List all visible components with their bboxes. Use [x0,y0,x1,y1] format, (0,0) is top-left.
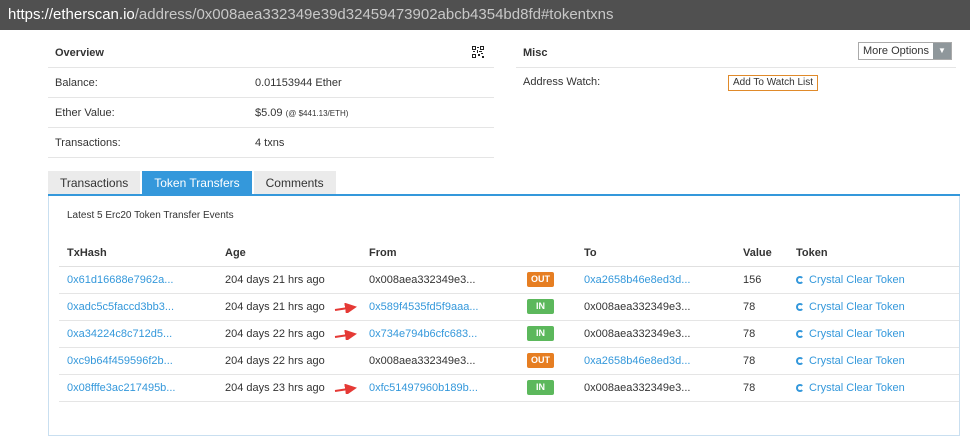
url-host: https://etherscan.io [8,6,135,23]
token-icon [796,275,804,284]
direction-cell: OUT [519,266,576,294]
table-row: 0x08fffe3ac217495b... 204 days 23 hrs ago… [59,374,959,402]
balance-value: 0.01153944 Ether [255,77,342,89]
token-name-link[interactable]: Crystal Clear Token [809,328,905,340]
token-cell[interactable]: Crystal Clear Token [788,293,959,321]
token-name-link[interactable]: Crystal Clear Token [809,382,905,394]
red-arrow-icon [334,384,357,394]
token-icon [796,302,804,311]
age-cell: 204 days 22 hrs ago [217,347,361,375]
table-row: 0xc9b64f459596f2b... 204 days 22 hrs ago 0… [59,347,959,375]
address-bar[interactable]: https://etherscan.io/address/0x008aea332… [0,0,970,30]
transactions-label: Transactions: [55,137,121,149]
header-age: Age [217,240,361,267]
tab-bar: Transactions Token Transfers Comments [48,171,338,195]
header-token: Token [788,240,959,267]
to-address: 0x008aea332349e3... [576,320,735,348]
table-row: 0x61d16688e7962a... 204 days 21 hrs ago 0x… [59,266,959,294]
qr-code-icon[interactable] [472,46,484,58]
url-path: /address/0x008aea332349e39d32459473902ab… [134,6,614,23]
from-address[interactable]: 0x589f4535fd5f9aaa... [361,293,519,321]
value-cell: 78 [735,347,788,375]
ether-value-row: Ether Value: $5.09 (@ $441.13/ETH) [48,98,494,128]
txhash-link[interactable]: 0x08fffe3ac217495b... [59,374,217,402]
more-options-dropdown[interactable]: More Options ▼ [857,42,952,60]
ether-value-amount: $5.09 [255,107,283,119]
token-transfers-panel: Latest 5 Erc20 Token Transfer Events TxH… [48,196,960,436]
to-address: 0x008aea332349e3... [576,374,735,402]
from-address[interactable]: 0x734e794b6cfc683... [361,320,519,348]
transactions-row: Transactions: 4 txns [48,128,494,158]
from-address: 0x008aea332349e3... [361,266,519,294]
age-cell: 204 days 21 hrs ago [217,266,361,294]
txhash-link[interactable]: 0xc9b64f459596f2b... [59,347,217,375]
header-from: From [361,240,519,267]
direction-badge: IN [527,299,554,314]
header-direction [519,240,576,267]
value-cell: 156 [735,266,788,294]
direction-cell: IN [519,374,576,402]
from-address[interactable]: 0xfc51497960b189b... [361,374,519,402]
address-watch-label: Address Watch: [523,76,601,88]
from-address: 0x008aea332349e3... [361,347,519,375]
ether-value: $5.09 (@ $441.13/ETH) [255,98,348,129]
value-cell: 78 [735,320,788,348]
value-cell: 78 [735,374,788,402]
tab-token-transfers[interactable]: Token Transfers [142,171,252,195]
txhash-link[interactable]: 0xa34224c8c712d5... [59,320,217,348]
table-header-row: TxHash Age From To Value Token [59,240,959,267]
misc-header: Misc More Options ▼ [516,38,956,68]
direction-badge: IN [527,326,554,341]
more-options-label: More Options [862,45,929,57]
token-icon [796,356,804,365]
token-cell[interactable]: Crystal Clear Token [788,320,959,348]
header-txhash: TxHash [59,240,217,267]
table-row: 0xadc5c5faccd3bb3... 204 days 21 hrs ago 0… [59,293,959,321]
red-arrow-icon [334,303,357,313]
direction-badge: OUT [527,353,554,368]
transactions-count: 4 txns [255,137,285,149]
table-row: 0xa34224c8c712d5... 204 days 22 hrs ago 0x… [59,320,959,348]
misc-panel: Misc More Options ▼ Address Watch: Add T… [516,38,956,91]
token-name-link[interactable]: Crystal Clear Token [809,355,905,367]
to-address[interactable]: 0xa2658b46e8ed3d... [576,347,735,375]
to-address: 0x008aea332349e3... [576,293,735,321]
to-address[interactable]: 0xa2658b46e8ed3d... [576,266,735,294]
balance-label: Balance: [55,77,98,89]
txhash-link[interactable]: 0x61d16688e7962a... [59,266,217,294]
direction-cell: IN [519,293,576,321]
chevron-down-icon: ▼ [933,43,951,59]
token-name-link[interactable]: Crystal Clear Token [809,274,905,286]
ether-value-label: Ether Value: [55,107,115,119]
balance-row: Balance: 0.01153944 Ether [48,68,494,98]
tab-comments[interactable]: Comments [253,171,336,195]
overview-panel: Overview Balance: 0.01153944 Ether Ether… [48,38,494,158]
table-caption: Latest 5 Erc20 Token Transfer Events [67,210,234,221]
token-transfers-table: TxHash Age From To Value Token 0x61d1668… [59,240,959,402]
token-name-link[interactable]: Crystal Clear Token [809,301,905,313]
ether-price: (@ $441.13/ETH) [285,109,349,118]
token-cell[interactable]: Crystal Clear Token [788,266,959,294]
tab-transactions[interactable]: Transactions [48,171,141,195]
token-cell[interactable]: Crystal Clear Token [788,374,959,402]
direction-cell: OUT [519,347,576,375]
direction-badge: IN [527,380,554,395]
add-to-watch-list-button[interactable]: Add To Watch List [728,75,819,91]
txhash-link[interactable]: 0xadc5c5faccd3bb3... [59,293,217,321]
header-to: To [576,240,735,267]
token-cell[interactable]: Crystal Clear Token [788,347,959,375]
overview-header: Overview [48,38,494,68]
overview-title: Overview [55,47,104,59]
token-icon [796,329,804,338]
token-icon [796,383,804,392]
misc-title: Misc [523,47,548,59]
red-arrow-icon [334,330,357,340]
direction-badge: OUT [527,272,554,287]
direction-cell: IN [519,320,576,348]
value-cell: 78 [735,293,788,321]
header-value: Value [735,240,788,267]
